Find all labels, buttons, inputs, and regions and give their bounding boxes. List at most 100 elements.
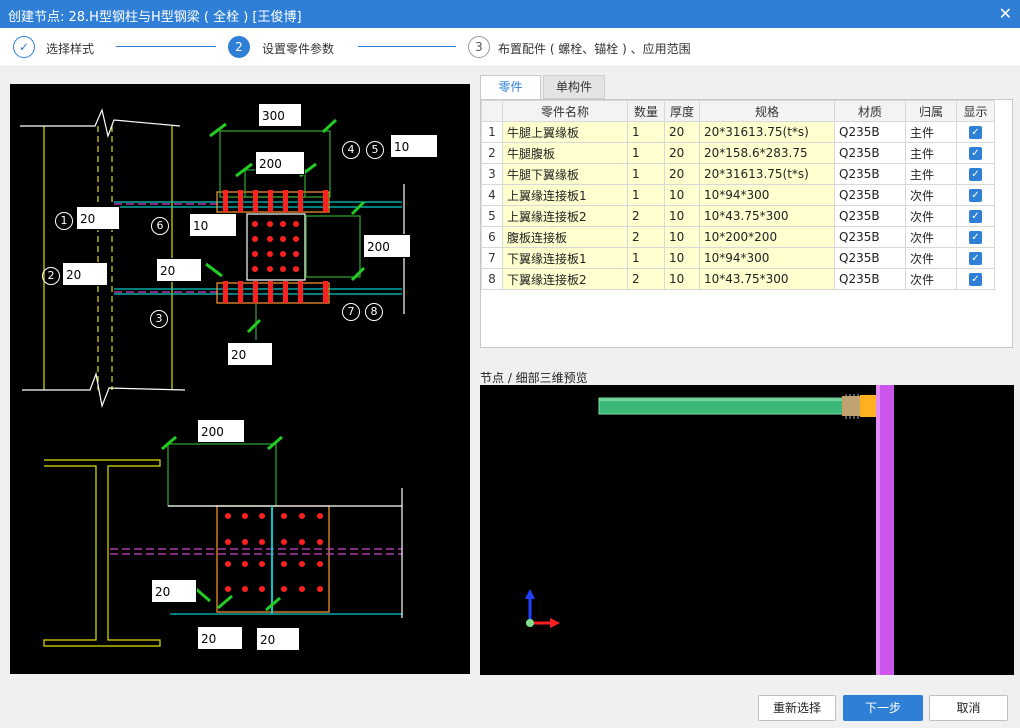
cell-spec[interactable]: 10*200*200 [699, 226, 835, 248]
table-row[interactable]: 6 腹板连接板 2 10 10*200*200 Q235B 次件 ✓ [481, 226, 995, 248]
visible-checkbox[interactable]: ✓ [956, 205, 995, 227]
cell-spec[interactable]: 10*43.75*300 [699, 268, 835, 290]
check-icon: ✓ [969, 231, 982, 244]
cell-quantity[interactable]: 1 [627, 142, 665, 164]
dim-label[interactable]: 20 [197, 626, 243, 650]
cell-name[interactable]: 下翼缘连接板1 [502, 247, 628, 269]
cell-material[interactable]: Q235B [834, 121, 906, 143]
cell-quantity[interactable]: 1 [627, 163, 665, 185]
cell-thickness[interactable]: 20 [664, 163, 700, 185]
parts-table: 零件名称 数量 厚度 规格 材质 归属 显示 1 牛腿上翼缘板 1 20 20*… [481, 100, 995, 290]
cell-spec[interactable]: 10*94*300 [699, 184, 835, 206]
cell-quantity[interactable]: 2 [627, 226, 665, 248]
reselect-button[interactable]: 重新选择 [758, 695, 836, 721]
cell-thickness[interactable]: 10 [664, 247, 700, 269]
dim-label[interactable]: 200 [197, 419, 245, 443]
dim-label[interactable]: 20 [156, 258, 202, 282]
visible-checkbox[interactable]: ✓ [956, 268, 995, 290]
cell-material[interactable]: Q235B [834, 142, 906, 164]
row-index: 7 [481, 247, 503, 269]
cell-spec[interactable]: 10*43.75*300 [699, 205, 835, 227]
cell-name[interactable]: 下翼缘连接板2 [502, 268, 628, 290]
visible-checkbox[interactable]: ✓ [956, 184, 995, 206]
dim-label[interactable]: 20 [76, 206, 120, 230]
cell-name[interactable]: 上翼缘连接板1 [502, 184, 628, 206]
cell-material[interactable]: Q235B [834, 163, 906, 185]
column-header-quantity: 数量 [627, 100, 665, 122]
cell-thickness[interactable]: 20 [664, 121, 700, 143]
cell-owner[interactable]: 次件 [905, 184, 957, 206]
3d-preview-viewport[interactable] [480, 385, 1014, 675]
table-row[interactable]: 3 牛腿下翼缘板 1 20 20*31613.75(t*s) Q235B 主件 … [481, 163, 995, 185]
tab-single-member[interactable]: 单构件 [543, 75, 605, 99]
column-header-material: 材质 [834, 100, 906, 122]
cell-owner[interactable]: 次件 [905, 268, 957, 290]
visible-checkbox[interactable]: ✓ [956, 226, 995, 248]
check-icon: ✓ [969, 147, 982, 160]
cell-owner[interactable]: 主件 [905, 142, 957, 164]
cell-material[interactable]: Q235B [834, 226, 906, 248]
cell-thickness[interactable]: 20 [664, 142, 700, 164]
cell-thickness[interactable]: 10 [664, 184, 700, 206]
cell-material[interactable]: Q235B [834, 205, 906, 227]
cell-spec[interactable]: 20*31613.75(t*s) [699, 121, 835, 143]
cell-thickness[interactable]: 10 [664, 268, 700, 290]
dim-label[interactable]: 20 [151, 579, 197, 603]
cell-quantity[interactable]: 1 [627, 121, 665, 143]
cell-spec[interactable]: 20*31613.75(t*s) [699, 163, 835, 185]
cell-quantity[interactable]: 1 [627, 184, 665, 206]
dim-label[interactable]: 10 [390, 134, 438, 158]
column-header-name: 零件名称 [502, 100, 628, 122]
cell-thickness[interactable]: 10 [664, 226, 700, 248]
cell-spec[interactable]: 10*94*300 [699, 247, 835, 269]
table-row[interactable]: 2 牛腿腹板 1 20 20*158.6*283.75 Q235B 主件 ✓ [481, 142, 995, 164]
window-title: 创建节点: 28.H型钢柱与H型钢梁 ( 全栓 ) [王俊博] [8, 10, 302, 25]
cad-drawing [20, 108, 405, 647]
part-marker: 1 [55, 212, 73, 230]
visible-checkbox[interactable]: ✓ [956, 163, 995, 185]
cell-quantity[interactable]: 2 [627, 205, 665, 227]
cad-drawing-panel[interactable]: 300 200 10 200 10 20 20 20 20 200 20 20 … [10, 84, 470, 674]
cell-spec[interactable]: 20*158.6*283.75 [699, 142, 835, 164]
close-icon[interactable]: ✕ [999, 4, 1012, 23]
cell-owner[interactable]: 次件 [905, 247, 957, 269]
visible-checkbox[interactable]: ✓ [956, 142, 995, 164]
cell-owner[interactable]: 主件 [905, 163, 957, 185]
cell-name[interactable]: 牛腿腹板 [502, 142, 628, 164]
visible-checkbox[interactable]: ✓ [956, 121, 995, 143]
table-row[interactable]: 1 牛腿上翼缘板 1 20 20*31613.75(t*s) Q235B 主件 … [481, 121, 995, 143]
cell-material[interactable]: Q235B [834, 268, 906, 290]
cell-quantity[interactable]: 2 [627, 268, 665, 290]
visible-checkbox[interactable]: ✓ [956, 247, 995, 269]
cell-name[interactable]: 牛腿下翼缘板 [502, 163, 628, 185]
dim-label[interactable]: 200 [255, 151, 305, 175]
tab-parts[interactable]: 零件 [480, 75, 541, 99]
cell-quantity[interactable]: 1 [627, 247, 665, 269]
dim-label[interactable]: 20 [256, 627, 300, 651]
check-icon: ✓ [969, 273, 982, 286]
dim-label[interactable]: 10 [189, 213, 237, 237]
step-3-circle: 3 [468, 36, 490, 58]
table-row[interactable]: 8 下翼缘连接板2 2 10 10*43.75*300 Q235B 次件 ✓ [481, 268, 995, 290]
next-button[interactable]: 下一步 [843, 695, 923, 721]
cancel-button[interactable]: 取消 [929, 695, 1008, 721]
cell-material[interactable]: Q235B [834, 247, 906, 269]
cell-thickness[interactable]: 10 [664, 205, 700, 227]
cell-material[interactable]: Q235B [834, 184, 906, 206]
table-row[interactable]: 5 上翼缘连接板2 2 10 10*43.75*300 Q235B 次件 ✓ [481, 205, 995, 227]
column-header-thickness: 厚度 [664, 100, 700, 122]
part-marker: 2 [42, 267, 60, 285]
table-row[interactable]: 7 下翼缘连接板1 1 10 10*94*300 Q235B 次件 ✓ [481, 247, 995, 269]
part-marker: 4 [342, 141, 360, 159]
dim-label[interactable]: 20 [62, 262, 108, 286]
cell-owner[interactable]: 次件 [905, 205, 957, 227]
cell-name[interactable]: 牛腿上翼缘板 [502, 121, 628, 143]
cell-owner[interactable]: 主件 [905, 121, 957, 143]
dim-label[interactable]: 20 [227, 342, 273, 366]
cell-name[interactable]: 腹板连接板 [502, 226, 628, 248]
dim-label[interactable]: 300 [258, 103, 302, 127]
table-row[interactable]: 4 上翼缘连接板1 1 10 10*94*300 Q235B 次件 ✓ [481, 184, 995, 206]
cell-owner[interactable]: 次件 [905, 226, 957, 248]
cell-name[interactable]: 上翼缘连接板2 [502, 205, 628, 227]
dim-label[interactable]: 200 [363, 234, 411, 258]
